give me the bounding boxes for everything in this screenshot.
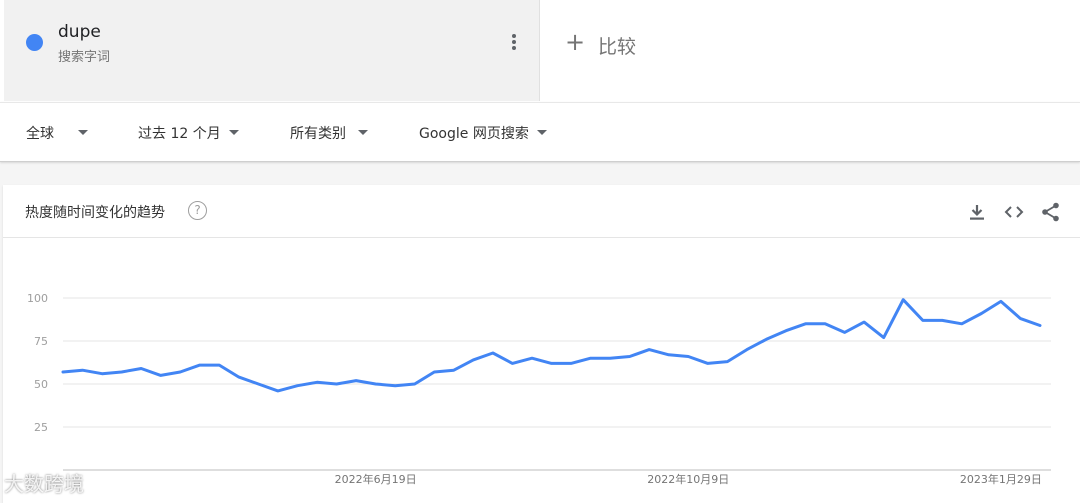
compare-button[interactable]: + 比较: [541, 0, 1080, 101]
card-header: 热度随时间变化的趋势 ?: [3, 185, 1080, 238]
top-bar: dupe 搜索字词 + 比较: [0, 0, 1080, 102]
time-range-dropdown[interactable]: 过去 12 个月: [138, 123, 239, 143]
watermark: 大数跨境: [4, 472, 84, 496]
term-name: dupe: [58, 22, 101, 42]
filter-bar: 全球 过去 12 个月 所有类别 Google 网页搜索: [0, 102, 1080, 162]
chevron-down-icon: [536, 129, 547, 135]
chevron-down-icon: [228, 129, 239, 135]
help-icon[interactable]: ?: [188, 201, 207, 220]
category-label: 所有类别: [290, 126, 346, 142]
chevron-down-icon: [358, 129, 368, 135]
download-icon[interactable]: [965, 200, 989, 224]
category-dropdown[interactable]: 所有类别: [290, 123, 368, 143]
search-property-label: Google 网页搜索: [419, 126, 529, 142]
embed-code-icon[interactable]: [1002, 200, 1026, 224]
chevron-down-icon: [78, 129, 88, 135]
compare-label: 比较: [598, 36, 637, 58]
plus-icon: +: [565, 28, 586, 56]
term-type: 搜索字词: [58, 50, 111, 65]
time-range-label: 过去 12 个月: [138, 126, 221, 142]
interest-over-time-card: 热度随时间变化的趋势 ?: [3, 185, 1080, 503]
region-label: 全球: [26, 126, 54, 142]
search-property-dropdown[interactable]: Google 网页搜索: [419, 123, 547, 143]
card-title: 热度随时间变化的趋势: [25, 205, 165, 221]
more-vert-icon[interactable]: [504, 30, 524, 54]
term-color-dot: [26, 34, 43, 51]
search-term-card[interactable]: dupe 搜索字词: [4, 0, 540, 101]
share-icon[interactable]: [1039, 200, 1063, 224]
region-dropdown[interactable]: 全球: [26, 123, 88, 143]
